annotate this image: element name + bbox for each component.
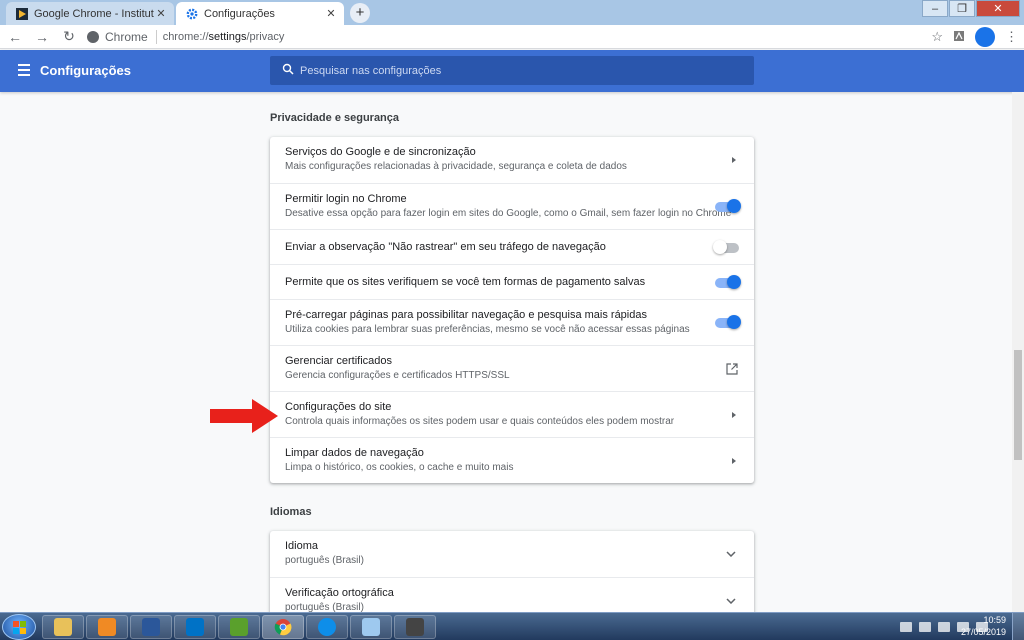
row-title: Limpar dados de navegação [285, 447, 424, 459]
vnc-icon[interactable] [218, 615, 260, 639]
row-site-settings[interactable]: Configurações do site Controla quais inf… [270, 391, 754, 437]
row-spell-check[interactable]: Verificação ortográfica português (Brasi… [270, 577, 754, 612]
chevron-down-icon[interactable] [726, 551, 736, 557]
arrow-right-icon [732, 157, 736, 163]
tab-close-icon[interactable]: ✕ [324, 7, 338, 20]
site-label: Chrome [105, 29, 157, 44]
tab-strip: Google Chrome - Instituto Nacio ✕ Config… [0, 0, 1024, 25]
page-title: Configurações [40, 63, 132, 78]
window-controls: – ❐ ✕ [921, 0, 1020, 17]
open-external-icon [726, 363, 738, 375]
profile-avatar[interactable] [975, 27, 995, 47]
chevron-down-icon[interactable] [726, 598, 736, 604]
toggle-switch[interactable] [715, 315, 741, 329]
row-clear-browsing-data[interactable]: Limpar dados de navegação Limpa o histór… [270, 437, 754, 483]
start-button[interactable] [2, 614, 36, 640]
row-subtitle: Limpa o histórico, os cookies, o cache e… [285, 462, 514, 473]
row-subtitle: Utiliza cookies para lembrar suas prefer… [285, 324, 690, 335]
languages-card: Idioma português (Brasil) Verificação or… [270, 531, 754, 612]
row-title: Idioma [285, 540, 319, 552]
chrome-site-icon [87, 30, 99, 43]
row-subtitle: Desative essa opção para fazer login em … [285, 208, 732, 219]
row-do-not-track[interactable]: Enviar a observação "Não rastrear" em se… [270, 229, 754, 264]
back-arrow-icon[interactable]: ← [3, 29, 27, 45]
hamburger-menu-icon[interactable] [18, 64, 30, 79]
row-title: Gerenciar certificados [285, 355, 392, 367]
row-title: Configurações do site [285, 401, 392, 413]
notepad-icon[interactable] [350, 615, 392, 639]
clock-time: 10:59 [983, 615, 1006, 625]
search-icon [282, 63, 294, 75]
row-subtitle: português (Brasil) [285, 555, 364, 566]
toggle-switch[interactable] [715, 275, 741, 289]
section-title-privacy: Privacidade e segurança [270, 112, 400, 124]
row-preload-pages[interactable]: Pré-carregar páginas para possibilitar n… [270, 299, 754, 345]
red-arrow-annotation [210, 399, 278, 433]
toggle-switch[interactable] [713, 240, 739, 254]
privacy-card: Serviços do Google e de sincronização Ma… [270, 137, 754, 483]
show-desktop-button[interactable] [1012, 613, 1024, 640]
row-subtitle: português (Brasil) [285, 602, 364, 612]
row-title: Pré-carregar páginas para possibilitar n… [285, 309, 647, 321]
row-title: Serviços do Google e de sincronização [285, 146, 476, 158]
row-manage-certificates[interactable]: Gerenciar certificados Gerencia configur… [270, 345, 754, 391]
row-subtitle: Gerencia configurações e certificados HT… [285, 370, 510, 381]
row-title: Enviar a observação "Não rastrear" em se… [285, 241, 606, 253]
browser-toolbar: ← → ↻ Chrome chrome://settings/privacy ☆… [0, 25, 1024, 49]
row-subtitle: Controla quais informações os sites pode… [285, 416, 675, 427]
windows-taskbar: 10:59 27/05/2019 [0, 612, 1024, 640]
more-menu-icon[interactable]: ⋮ [1005, 29, 1018, 45]
media-player-favicon-icon [16, 7, 28, 20]
tab-configuracoes[interactable]: Configurações ✕ [176, 2, 344, 25]
row-google-services[interactable]: Serviços do Google e de sincronização Ma… [270, 137, 754, 183]
tab-close-icon[interactable]: ✕ [154, 7, 168, 20]
forward-arrow-icon[interactable]: → [30, 29, 54, 45]
tab-title: Google Chrome - Instituto Nacio [34, 7, 154, 20]
arrow-right-icon [732, 412, 736, 418]
extension-icon[interactable] [953, 30, 965, 45]
row-subtitle: Mais configurações relacionadas à privac… [285, 161, 627, 172]
page-scrollbar[interactable] [1012, 92, 1024, 612]
word-icon[interactable] [130, 615, 172, 639]
row-language[interactable]: Idioma português (Brasil) [270, 531, 754, 577]
row-payment-methods[interactable]: Permite que os sites verifiquem se você … [270, 264, 754, 299]
settings-header: Configurações [0, 50, 1024, 92]
minimize-button[interactable]: – [922, 0, 948, 17]
settings-content: Privacidade e segurança Serviços do Goog… [0, 92, 1012, 612]
arrow-right-icon [732, 458, 736, 464]
new-tab-button[interactable]: + [350, 3, 370, 23]
reload-icon[interactable]: ↻ [57, 28, 81, 45]
url-text: chrome://settings/privacy [162, 30, 285, 43]
tray-app-icon[interactable] [938, 622, 950, 632]
row-title: Verificação ortográfica [285, 587, 394, 599]
camera-icon[interactable] [394, 615, 436, 639]
row-title: Permitir login no Chrome [285, 193, 407, 205]
restore-button[interactable]: ❐ [949, 0, 975, 17]
outlook-icon[interactable] [174, 615, 216, 639]
tab-instituto[interactable]: Google Chrome - Instituto Nacio ✕ [6, 2, 174, 25]
gear-favicon-icon [186, 8, 198, 20]
teamviewer-icon[interactable] [306, 615, 348, 639]
close-window-button[interactable]: ✕ [976, 0, 1020, 17]
toggle-switch[interactable] [715, 199, 741, 213]
scrollbar-thumb[interactable] [1014, 350, 1022, 460]
bookmark-star-icon[interactable]: ☆ [931, 29, 943, 45]
search-input[interactable] [300, 61, 740, 80]
tab-title: Configurações [204, 7, 275, 20]
address-bar[interactable]: Chrome chrome://settings/privacy [87, 26, 284, 48]
clock-date: 27/05/2019 [960, 627, 1006, 637]
tray-keyboard-icon[interactable] [900, 622, 912, 632]
tray-flag-icon[interactable] [919, 622, 931, 632]
section-title-languages: Idiomas [270, 506, 312, 518]
windows-explorer-icon[interactable] [42, 615, 84, 639]
settings-search-box[interactable] [270, 56, 754, 85]
row-allow-chrome-login[interactable]: Permitir login no Chrome Desative essa o… [270, 183, 754, 229]
windows-logo-icon [13, 621, 26, 634]
chrome-icon[interactable] [262, 615, 304, 639]
row-title: Permite que os sites verifiquem se você … [285, 276, 646, 288]
taskbar-clock[interactable]: 10:59 27/05/2019 [961, 614, 1006, 638]
media-player-icon[interactable] [86, 615, 128, 639]
